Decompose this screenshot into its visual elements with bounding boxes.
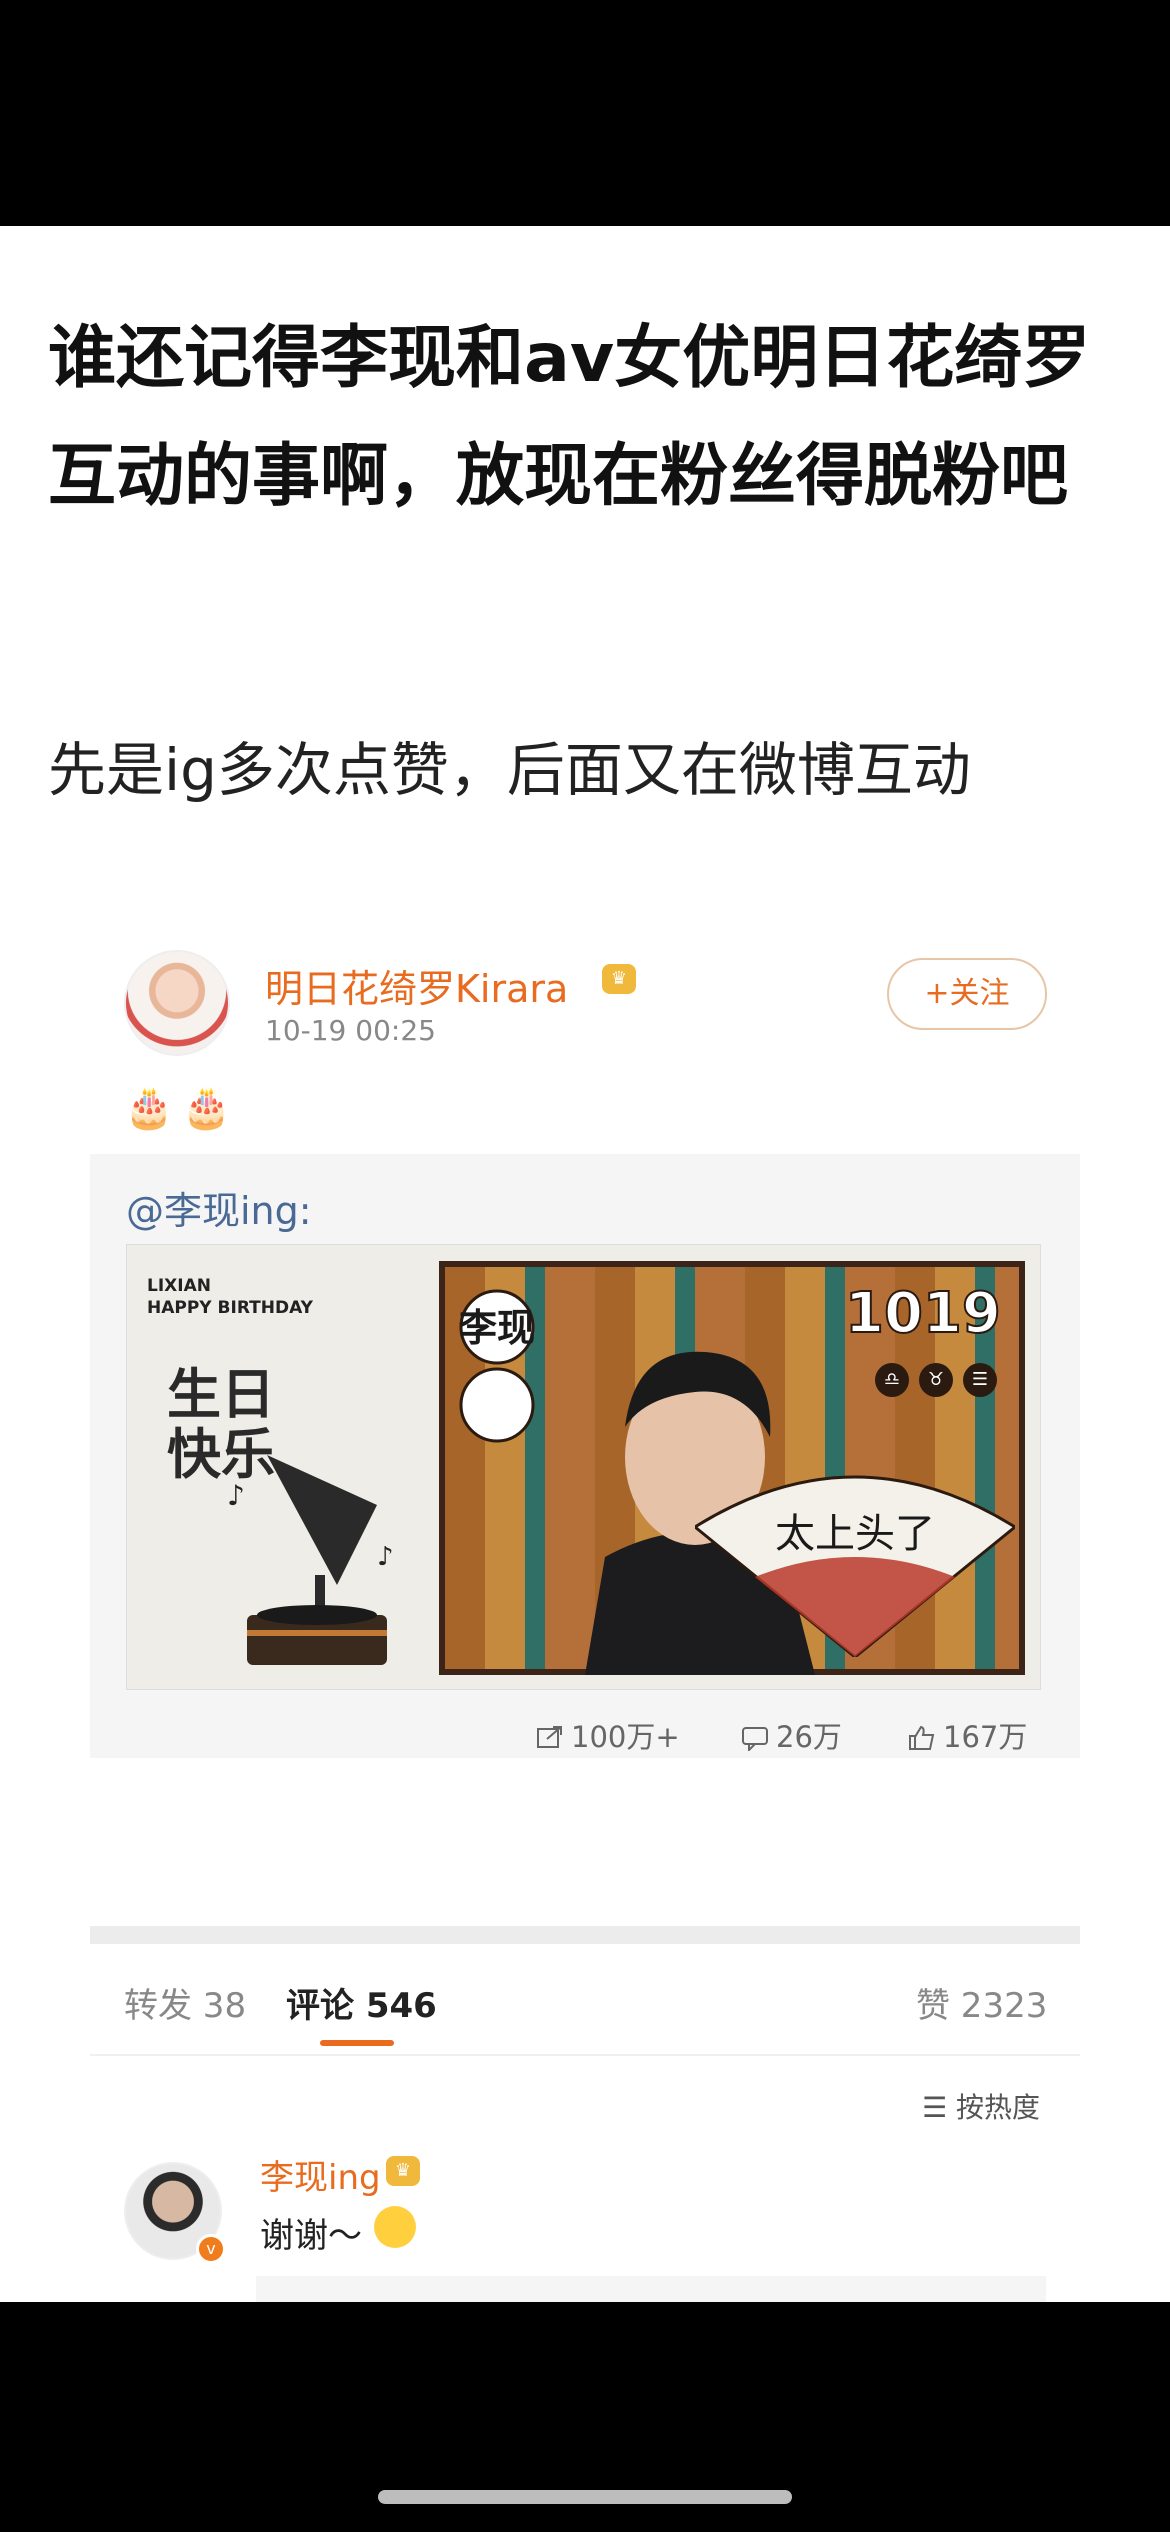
svg-text:♪: ♪ — [377, 1542, 394, 1572]
cake-emoji: 🎂🎂 — [124, 1085, 240, 1131]
home-indicator[interactable] — [378, 2490, 792, 2504]
repost-mention[interactable]: @李现ing: — [126, 1180, 312, 1235]
birthday-poster-image[interactable]: LIXIAN HAPPY BIRTHDAY 生日快乐 ♪ ♪ 李现 1019 ♎… — [126, 1244, 1041, 1690]
follow-button[interactable]: +关注 — [887, 958, 1047, 1030]
portrait-photo: 李现 1019 ♎ ♉ ☰ 太上头了 — [439, 1261, 1025, 1675]
ox-icon: ♉ — [919, 1363, 953, 1397]
tab-likes[interactable]: 赞 2323 — [916, 1978, 1047, 2027]
zodiac-icon: ♎ — [875, 1363, 909, 1397]
poster-caption: LIXIAN HAPPY BIRTHDAY — [147, 1276, 313, 1318]
comment-text: 谢谢～ — [260, 2216, 362, 2256]
author-name[interactable]: 明日花绮罗Kirara — [265, 958, 568, 1013]
cake-icon: ☰ — [963, 1363, 997, 1397]
tongue-emoji-icon — [374, 2206, 416, 2248]
top-black-bar — [0, 0, 1170, 226]
gramophone-illustration: ♪ ♪ — [227, 1455, 394, 1665]
sort-icon: ☰ — [922, 2091, 948, 2124]
post-time: 10-19 00:25 — [265, 1014, 436, 1047]
tab-comments[interactable]: 评论 546 — [286, 1978, 437, 2027]
embedded-weibo-screenshot: 明日花绮罗Kirara ♛ 10-19 00:25 +关注 🎂🎂 @李现ing:… — [90, 910, 1090, 2316]
thumbs-up-icon — [909, 1725, 935, 1750]
post-body: 先是ig多次点赞，后面又在微博互动 — [48, 736, 971, 804]
comment-icon — [742, 1727, 768, 1751]
repost-count[interactable]: 100万+ — [535, 1714, 680, 1756]
vip-icon: ♛ — [602, 964, 636, 994]
commenter-name[interactable]: 李现ing — [260, 2150, 381, 2199]
author-avatar[interactable] — [124, 950, 230, 1056]
tab-reposts[interactable]: 转发 38 — [124, 1978, 246, 2027]
share-icon — [537, 1726, 562, 1748]
svg-text:♪: ♪ — [227, 1479, 245, 1512]
verified-icon: v — [196, 2234, 226, 2264]
like-count[interactable]: 167万 — [907, 1714, 1027, 1756]
date-label: 1019 — [844, 1280, 1002, 1347]
vip-icon: ♛ — [386, 2156, 420, 2186]
folding-fan: 太上头了 — [695, 1475, 1015, 1657]
section-divider — [90, 1926, 1080, 1944]
name-badge: 李现 — [459, 1289, 535, 1443]
comment-count[interactable]: 26万 — [740, 1714, 842, 1756]
repost-card[interactable]: @李现ing: LIXIAN HAPPY BIRTHDAY 生日快乐 ♪ ♪ 李… — [90, 1154, 1080, 1758]
active-tab-indicator — [320, 2040, 394, 2046]
svg-text:太上头了: 太上头了 — [775, 1511, 935, 1557]
svg-text:李现: 李现 — [459, 1306, 535, 1350]
tab-separator — [90, 2054, 1080, 2056]
post-title: 谁还记得李现和av女优明日花绮罗互动的事啊，放现在粉丝得脱粉吧 — [48, 319, 1091, 516]
sort-by-hot-button[interactable]: ☰ 按热度 — [922, 2086, 1040, 2126]
